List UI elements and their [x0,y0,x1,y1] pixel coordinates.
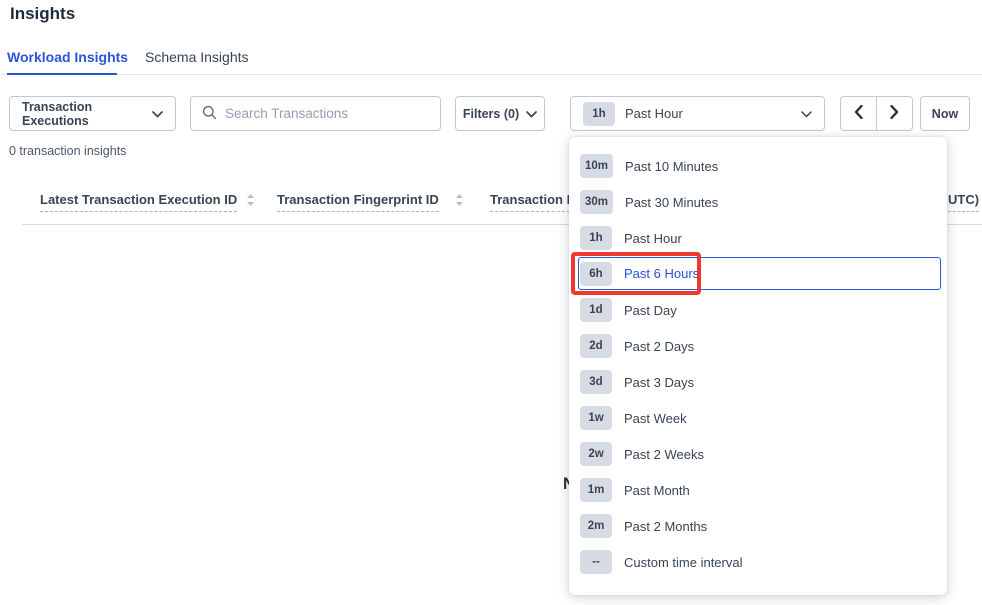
active-tab-underline [7,73,117,75]
time-range-pager [840,96,913,131]
time-range-dropdown-menu: 10m Past 10 Minutes 30m Past 30 Minutes … [569,137,947,595]
tabs-divider [0,74,982,75]
insights-count-label: 0 transaction insights [9,144,126,158]
time-option-badge: 2m [580,514,612,538]
time-option-badge: 2d [580,334,612,358]
time-option-badge: -- [580,550,612,574]
time-option-past-10-minutes[interactable]: 10m Past 10 Minutes [569,148,947,184]
time-option-past-2-days[interactable]: 2d Past 2 Days [569,328,947,364]
time-option-label: Past 10 Minutes [625,159,718,174]
time-range-label: Past Hour [625,106,683,121]
filters-button[interactable]: Filters (0) [455,96,545,131]
time-option-label: Custom time interval [624,555,742,570]
time-option-label: Past 2 Days [624,339,694,354]
time-option-badge: 30m [580,190,613,214]
time-option-label: Past 2 Weeks [624,447,704,462]
chevron-left-icon [854,105,863,122]
time-option-badge: 1d [580,298,612,322]
time-option-badge: 1m [580,478,612,502]
page-title: Insights [10,4,75,24]
time-option-badge: 1h [580,226,612,250]
time-option-badge: 2w [580,442,612,466]
time-option-label: Past Month [624,483,690,498]
time-option-past-day[interactable]: 1d Past Day [569,292,947,328]
chevron-down-icon [526,107,537,121]
time-option-label: Past Week [624,411,687,426]
time-option-badge: 3d [580,370,612,394]
search-transactions-input[interactable] [225,106,429,121]
time-option-past-month[interactable]: 1m Past Month [569,472,947,508]
search-icon [202,105,217,123]
time-range-select[interactable]: 1h Past Hour [570,96,825,131]
transaction-type-select[interactable]: Transaction Executions [9,96,176,131]
time-option-badge: 6h [580,262,612,286]
time-option-badge: 1w [580,406,612,430]
time-option-label: Past 6 Hours [624,266,699,281]
previous-time-range-button[interactable] [841,97,877,130]
time-option-label: Past 2 Months [624,519,707,534]
time-range-badge: 1h [583,102,615,126]
sort-icon[interactable] [246,193,255,212]
time-option-past-2-weeks[interactable]: 2w Past 2 Weeks [569,436,947,472]
now-button[interactable]: Now [920,96,970,131]
time-option-past-week[interactable]: 1w Past Week [569,400,947,436]
tab-workload-insights[interactable]: Workload Insights [7,49,128,65]
filters-button-label: Filters (0) [463,107,519,121]
tab-schema-insights[interactable]: Schema Insights [145,49,249,65]
column-header-time-utc[interactable]: UTC) [948,192,979,212]
time-option-custom-time-interval[interactable]: -- Custom time interval [569,544,947,580]
chevron-down-icon [152,107,163,121]
time-option-badge: 10m [580,154,613,178]
time-option-label: Past 30 Minutes [625,195,718,210]
time-option-past-3-days[interactable]: 3d Past 3 Days [569,364,947,400]
sort-icon[interactable] [455,193,464,212]
transaction-type-select-label: Transaction Executions [22,100,152,128]
time-option-label: Past 3 Days [624,375,694,390]
time-option-past-hour[interactable]: 1h Past Hour [569,220,947,256]
search-transactions-box[interactable] [190,96,441,131]
time-option-label: Past Hour [624,231,682,246]
time-option-past-6-hours[interactable]: 6h Past 6 Hours [578,257,941,290]
next-time-range-button[interactable] [877,97,913,130]
time-option-past-30-minutes[interactable]: 30m Past 30 Minutes [569,184,947,220]
column-header-latest-transaction-execution-id[interactable]: Latest Transaction Execution ID [40,192,237,212]
column-header-transaction-execution[interactable]: Transaction Ex [490,192,570,212]
chevron-down-icon [801,106,812,121]
time-option-past-2-months[interactable]: 2m Past 2 Months [569,508,947,544]
column-header-transaction-fingerprint-id[interactable]: Transaction Fingerprint ID [277,192,439,212]
insights-page: Insights Workload Insights Schema Insigh… [0,0,982,605]
chevron-right-icon [890,105,899,122]
time-option-label: Past Day [624,303,677,318]
